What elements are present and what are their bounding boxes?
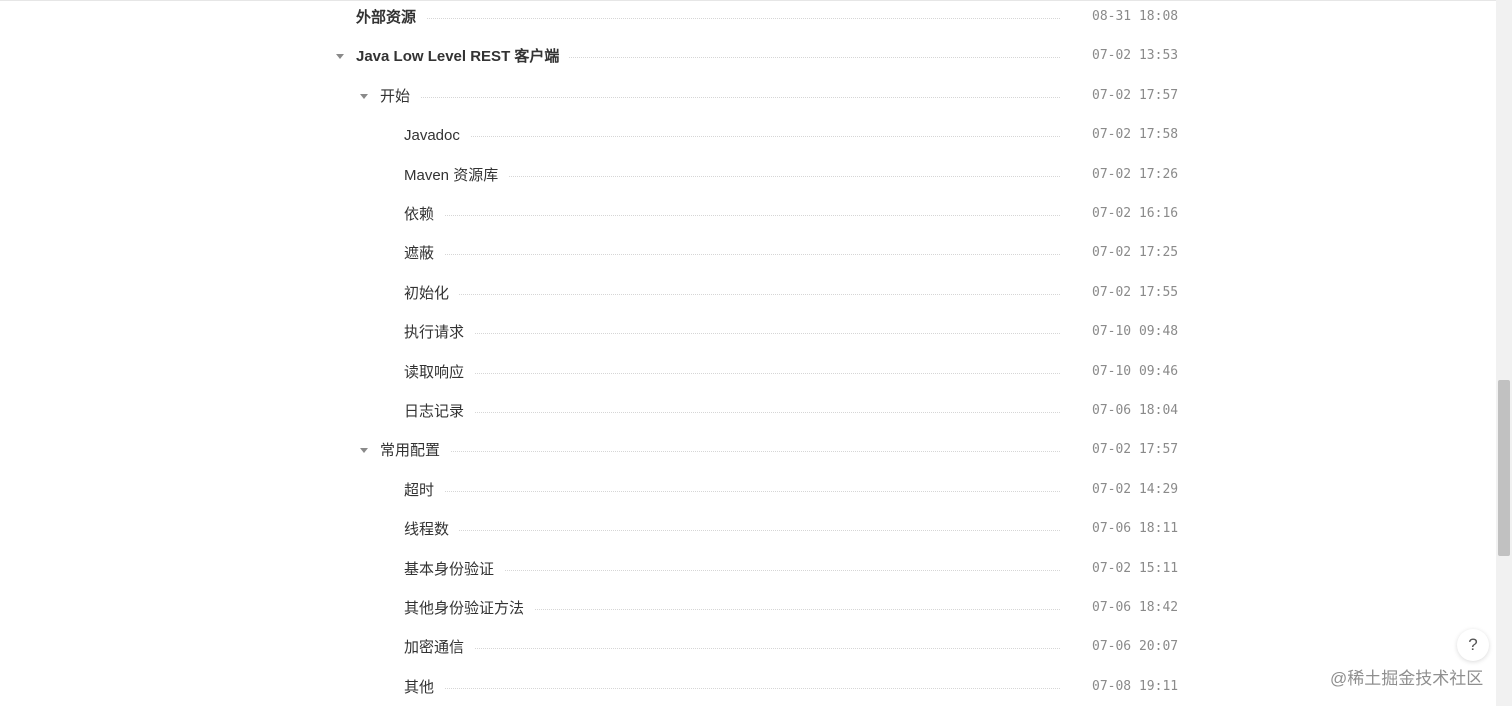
toc-item[interactable]: 外部资源 08-31 18:08 <box>0 0 1496 38</box>
dotted-leader <box>404 530 1060 532</box>
toc-item-time: 07-06 20:07 <box>1092 639 1179 655</box>
toc-item-time: 07-02 17:25 <box>1092 245 1179 261</box>
dotted-leader <box>404 412 1060 413</box>
toc-item[interactable]: 线程数 07-06 18:11 <box>0 511 1496 550</box>
toc-item-title[interactable]: 依赖 <box>404 205 445 225</box>
toc-item[interactable]: Java Low Level REST 客户端 07-02 13:53 <box>0 38 1496 77</box>
dotted-leader <box>404 490 1060 492</box>
dotted-leader <box>404 687 1060 689</box>
caret-down-icon[interactable] <box>360 448 368 454</box>
dotted-leader <box>380 451 1060 453</box>
toc-item-time: 07-10 09:48 <box>1092 324 1179 340</box>
dotted-leader <box>404 333 1060 335</box>
toc-item-title[interactable]: 执行请求 <box>404 323 475 344</box>
dotted-leader <box>404 648 1060 650</box>
dotted-leader <box>404 215 1060 216</box>
toc-item-title[interactable]: 基本身份验证 <box>404 559 505 580</box>
toc-item-time: 07-08 19:11 <box>1092 678 1179 694</box>
toc-item-title[interactable]: Javadoc <box>404 126 470 147</box>
scrollbar[interactable] <box>1496 0 1512 706</box>
toc-item[interactable]: 遮蔽 07-02 17:25 <box>0 235 1496 274</box>
toc-item-time: 07-10 09:46 <box>1092 363 1179 379</box>
caret-down-icon[interactable] <box>336 54 344 60</box>
toc-item[interactable]: Javadoc 07-02 17:58 <box>0 117 1496 156</box>
toc-item[interactable]: 加密通信 07-06 20:07 <box>0 629 1496 668</box>
toc-item-title[interactable]: 其他 <box>404 677 445 698</box>
dotted-leader <box>380 96 1060 98</box>
toc-item-time: 08-31 18:08 <box>1092 9 1179 24</box>
toc-item-time: 07-02 17:26 <box>1092 166 1179 182</box>
toc-item-time: 07-02 16:16 <box>1092 206 1179 221</box>
toc-item-time: 07-02 14:29 <box>1092 481 1179 497</box>
table-of-contents: 外部资源 08-31 18:08 Java Low Level REST 客户端 07… <box>0 0 1496 706</box>
toc-item-title[interactable]: Java Low Level REST 客户端 <box>356 47 570 68</box>
toc-item-time: 07-02 15:11 <box>1092 560 1179 576</box>
toc-item-time: 07-02 17:58 <box>1092 127 1179 143</box>
dotted-leader <box>404 254 1060 256</box>
toc-item-title[interactable]: 常用配置 <box>380 441 451 462</box>
toc-item-time: 07-06 18:04 <box>1092 403 1179 418</box>
toc-item-title[interactable]: 外部资源 <box>356 8 427 28</box>
toc-item-time: 07-06 18:42 <box>1092 600 1179 615</box>
toc-item-time: 07-02 13:53 <box>1092 48 1179 64</box>
dotted-leader <box>356 18 1060 19</box>
toc-item[interactable]: 读取响应 07-10 09:46 <box>0 354 1496 393</box>
toc-item[interactable]: Maven 资源库 07-02 17:26 <box>0 157 1496 196</box>
dotted-leader <box>404 372 1060 374</box>
toc-item[interactable]: 开始 07-02 17:57 <box>0 78 1496 117</box>
caret-down-icon[interactable] <box>360 93 368 99</box>
watermark: @稀土掘金技术社区 <box>1330 669 1484 688</box>
toc-item-title[interactable]: 加密通信 <box>404 638 475 659</box>
dotted-leader <box>404 293 1060 295</box>
toc-item[interactable]: 基本身份验证 07-02 15:11 <box>0 551 1496 590</box>
toc-item-title[interactable]: 线程数 <box>404 520 460 541</box>
toc-item-title[interactable]: 其他身份验证方法 <box>404 599 535 619</box>
toc-item-time: 07-02 17:57 <box>1092 87 1179 103</box>
toc-item[interactable]: 常用配置 07-02 17:57 <box>0 432 1496 471</box>
toc-item-title[interactable]: 日志记录 <box>404 402 475 422</box>
toc-item-title[interactable]: 遮蔽 <box>404 244 445 265</box>
scrollbar-thumb[interactable] <box>1498 380 1510 556</box>
toc-item-title[interactable]: 开始 <box>380 86 421 107</box>
toc-item[interactable]: 初始化 07-02 17:55 <box>0 275 1496 314</box>
toc-item[interactable]: 日志记录 07-06 18:04 <box>0 393 1496 432</box>
toc-item-title[interactable]: 读取响应 <box>404 362 475 383</box>
toc-item[interactable]: 其他身份验证方法 07-06 18:42 <box>0 590 1496 629</box>
toc-item-title[interactable]: 初始化 <box>404 283 460 304</box>
toc-item[interactable]: 执行请求 07-10 09:48 <box>0 314 1496 353</box>
dotted-leader <box>404 136 1060 138</box>
toc-item-time: 07-06 18:11 <box>1092 521 1179 537</box>
toc-item-time: 07-02 17:55 <box>1092 284 1179 300</box>
toc-item[interactable]: 超时 07-02 14:29 <box>0 472 1496 511</box>
help-button[interactable]: ? <box>1457 629 1489 661</box>
toc-item[interactable]: 依赖 07-02 16:16 <box>0 196 1496 235</box>
toc-item[interactable]: 其他 07-08 19:11 <box>0 669 1496 708</box>
toc-item-title[interactable]: 超时 <box>404 480 445 501</box>
toc-item-time: 07-02 17:57 <box>1092 442 1179 458</box>
toc-item-title[interactable]: Maven 资源库 <box>404 165 509 186</box>
